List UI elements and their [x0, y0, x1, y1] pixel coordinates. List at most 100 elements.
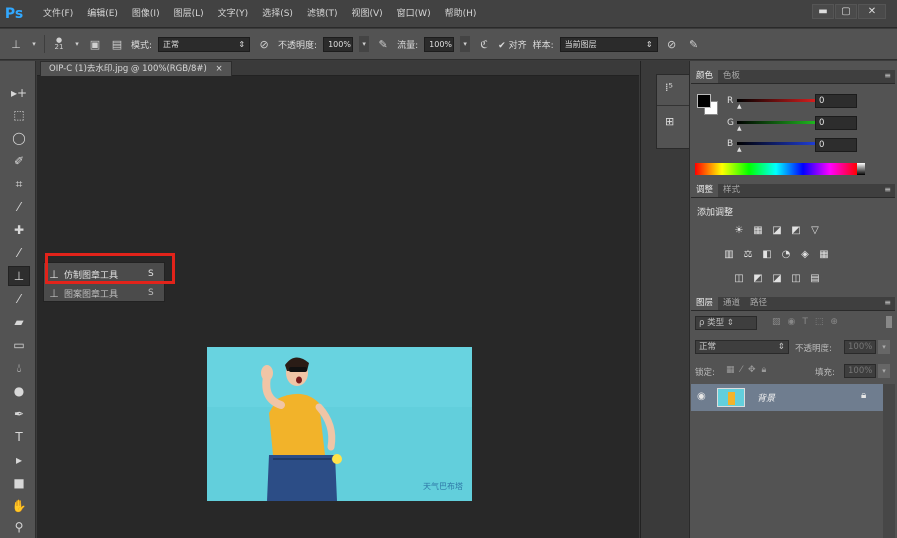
quick-selection-icon[interactable]: ✐ [8, 151, 30, 171]
color-lookup-icon[interactable]: ▦ [817, 248, 831, 260]
hand-icon[interactable]: ✋ [8, 496, 30, 516]
flow-dropdown-icon[interactable]: ▾ [460, 36, 471, 52]
visibility-eye-icon[interactable]: ◉ [697, 391, 706, 402]
menu-file[interactable]: 文件(F) [36, 0, 80, 28]
threshold-icon[interactable]: ◪ [770, 272, 784, 284]
airbrush-icon[interactable]: ✎ [375, 36, 391, 52]
posterize-icon[interactable]: ◩ [751, 272, 765, 284]
lock-icons[interactable]: ▦⁄✥🔒︎ [726, 365, 772, 375]
tab-paths[interactable]: 路径 [745, 296, 772, 310]
opacity-dropdown-icon[interactable]: ▾ [359, 36, 370, 52]
move-tool-icon[interactable]: ▸+ [8, 83, 30, 103]
aligned-checkbox[interactable]: ✔ 对齐 [498, 38, 526, 51]
sample-select[interactable]: 当前图层 ⇕ [559, 36, 658, 52]
filter-toggle[interactable] [886, 316, 892, 328]
properties-panel-icon[interactable]: ⊞ [665, 115, 674, 128]
fill-input[interactable]: 100% [844, 364, 876, 378]
layer-row-background[interactable]: ◉ 背景 🔒︎ [691, 384, 883, 411]
clone-stamp-tool-icon[interactable]: ⊥ [8, 36, 24, 52]
selective-color-icon[interactable]: ◫ [789, 272, 803, 284]
channel-r-slider[interactable] [737, 99, 819, 102]
curves-icon[interactable]: ◪ [770, 224, 784, 236]
document-tab[interactable]: OIP-C (1)去水印.jpg @ 100%(RGB/8#) × [40, 61, 232, 76]
close-window-button[interactable]: ✕ [858, 4, 886, 19]
pressure-opacity-icon[interactable]: ⊘ [256, 36, 272, 52]
tab-channels[interactable]: 通道 [718, 296, 745, 310]
panel-menu-icon[interactable]: ≡ [884, 298, 891, 307]
airbrush-mode-icon[interactable]: ℭ [476, 36, 492, 52]
gradient-icon[interactable]: ▭ [8, 335, 30, 355]
dodge-icon[interactable]: ● [8, 381, 30, 401]
spot-healing-brush-icon[interactable]: ✚ [8, 220, 30, 240]
menu-edit[interactable]: 编辑(E) [80, 0, 125, 28]
channel-g-input[interactable]: 0 [815, 116, 857, 130]
hue-saturation-icon[interactable]: ▥ [722, 248, 736, 260]
menu-help[interactable]: 帮助(H) [438, 0, 484, 28]
vibrance-icon[interactable]: ▽ [808, 224, 822, 236]
menu-view[interactable]: 视图(V) [344, 0, 389, 28]
blur-icon[interactable]: 💧︎ [8, 358, 30, 378]
channel-r-handle-icon[interactable]: ▲ [737, 103, 742, 110]
menu-type[interactable]: 文字(Y) [211, 0, 256, 28]
tool-preset-dropdown-icon[interactable]: ▾ [30, 36, 38, 52]
color-spectrum-bar[interactable] [695, 163, 857, 175]
flyout-item-pattern-stamp[interactable]: ⊥ 图案图章工具 S [44, 284, 164, 302]
channel-b-input[interactable]: 0 [815, 138, 857, 152]
channel-b-handle-icon[interactable]: ▲ [737, 146, 742, 153]
type-tool-icon[interactable]: T [8, 427, 30, 447]
brightness-contrast-icon[interactable]: ☀ [732, 224, 746, 236]
eyedropper-icon[interactable]: ⁄ [8, 197, 30, 217]
channel-r-input[interactable]: 0 [815, 94, 857, 108]
channel-g-slider[interactable] [737, 121, 819, 124]
clone-source-panel-icon[interactable]: ▤ [109, 36, 125, 52]
fill-dropdown-icon[interactable]: ▾ [878, 364, 890, 378]
layer-filter-icons[interactable]: ▨◉T⬚⊕ [772, 317, 845, 327]
layer-opacity-dropdown-icon[interactable]: ▾ [878, 340, 890, 354]
channel-b-slider[interactable] [737, 142, 819, 145]
path-selection-icon[interactable]: ▸ [8, 450, 30, 470]
pressure-size-icon[interactable]: ✎ [686, 36, 702, 52]
channel-mixer-icon[interactable]: ◈ [798, 248, 812, 260]
exposure-icon[interactable]: ◩ [789, 224, 803, 236]
panel-menu-icon[interactable]: ≡ [884, 71, 891, 80]
photo-filter-icon[interactable]: ◔ [779, 248, 793, 260]
flow-input[interactable]: 100% [424, 36, 455, 52]
lasso-icon[interactable]: ◯ [8, 128, 30, 148]
brush-icon[interactable]: ⁄ [8, 243, 30, 263]
gradient-map-icon[interactable]: ▤ [808, 272, 822, 284]
color-balance-icon[interactable]: ⚖ [741, 248, 755, 260]
ignore-adjustment-layers-icon[interactable]: ⊘ [664, 36, 680, 52]
tab-layers[interactable]: 图层 [691, 296, 719, 310]
invert-icon[interactable]: ◫ [732, 272, 746, 284]
black-white-ramp[interactable] [857, 163, 865, 175]
panel-menu-icon[interactable]: ≡ [884, 185, 891, 194]
opacity-input[interactable]: 100% [323, 36, 354, 52]
rectangle-shape-icon[interactable]: ■ [8, 473, 30, 493]
layer-opacity-input[interactable]: 100% [844, 340, 876, 354]
brush-panel-icon[interactable]: ▣ [87, 36, 103, 52]
menu-filter[interactable]: 滤镜(T) [300, 0, 345, 28]
menu-select[interactable]: 选择(S) [255, 0, 300, 28]
tab-adjustments[interactable]: 调整 [691, 183, 719, 197]
clone-stamp-tool-icon[interactable]: ⊥ [8, 266, 30, 286]
crop-icon[interactable]: ⌗ [8, 174, 30, 194]
menu-window[interactable]: 窗口(W) [390, 0, 438, 28]
brush-preset-picker[interactable]: ● 21 [51, 36, 67, 52]
tab-color[interactable]: 颜色 [691, 69, 719, 83]
history-brush-icon[interactable]: ⁄ [8, 289, 30, 309]
close-tab-icon[interactable]: × [216, 64, 223, 74]
layer-name[interactable]: 背景 [757, 391, 775, 404]
layers-scrollbar[interactable] [883, 384, 895, 538]
tab-styles[interactable]: 样式 [718, 183, 745, 197]
brush-dropdown-icon[interactable]: ▾ [73, 36, 81, 52]
mode-select[interactable]: 正常 ⇕ [158, 36, 251, 52]
pen-icon[interactable]: ✒ [8, 404, 30, 424]
history-panel-icon[interactable]: ⁞⁵ [665, 81, 673, 94]
tab-swatches[interactable]: 色板 [718, 69, 745, 83]
black-white-icon[interactable]: ◧ [760, 248, 774, 260]
rectangular-marquee-icon[interactable]: ⬚ [8, 105, 30, 125]
blend-mode-select[interactable]: 正常 ⇕ [695, 340, 789, 354]
layer-kind-filter[interactable]: ρ 类型 ⇕ [695, 316, 757, 330]
minimize-button[interactable]: ▬ [812, 4, 834, 19]
maximize-button[interactable]: ▢ [835, 4, 857, 19]
